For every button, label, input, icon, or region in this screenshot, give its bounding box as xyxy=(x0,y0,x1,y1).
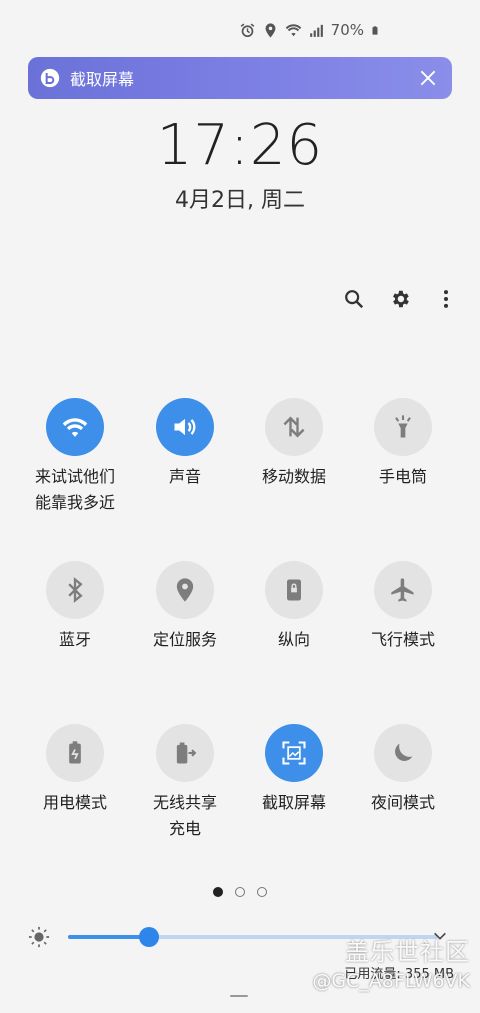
brightness-fill xyxy=(68,935,149,939)
signal-status-icon xyxy=(309,24,323,37)
battery-icon xyxy=(372,25,378,35)
location-status-icon xyxy=(265,22,276,38)
wifi-status-icon xyxy=(285,23,301,36)
screen-capture-banner[interactable]: 截取屏幕 xyxy=(28,57,452,99)
bluetooth-toggle[interactable] xyxy=(46,561,104,619)
wifi-icon xyxy=(62,418,88,437)
location-toggle[interactable] xyxy=(156,561,214,619)
tile-flashlight: 手电筒 xyxy=(348,398,458,490)
tile-screenshot: 截取屏幕 xyxy=(239,724,349,816)
tile-night-mode: 夜间模式 xyxy=(348,724,458,816)
more-options-button[interactable] xyxy=(434,285,458,313)
tile-label: 声音 xyxy=(168,467,201,486)
battery-percent: 70% xyxy=(330,21,364,39)
sound-toggle[interactable] xyxy=(156,398,214,456)
tile-wifi: 来试试他们 能靠我多近 xyxy=(20,398,130,516)
tile-label: 用电模式 xyxy=(42,793,107,812)
sun-icon xyxy=(28,926,50,948)
clock-time[interactable]: 17:26 xyxy=(0,113,480,178)
wireless-share-icon xyxy=(176,742,197,764)
gear-icon xyxy=(393,290,409,308)
tile-location: 定位服务 xyxy=(130,561,240,653)
page-dot xyxy=(235,887,245,897)
page-dot xyxy=(213,887,223,897)
portrait-lock-icon xyxy=(287,579,301,601)
mobile-data-toggle[interactable] xyxy=(265,398,323,456)
airplane-icon xyxy=(391,578,414,602)
panel-actions xyxy=(342,285,458,313)
power-mode-icon xyxy=(69,741,81,764)
mobile-data-icon xyxy=(283,416,305,438)
panel-handle[interactable] xyxy=(230,995,248,997)
tile-bluetooth: 蓝牙 xyxy=(20,561,130,653)
screenshot-icon xyxy=(282,741,306,765)
flashlight-toggle[interactable] xyxy=(374,398,432,456)
tile-label: 飞行模式 xyxy=(370,630,435,649)
bixby-icon xyxy=(40,68,60,88)
tile-label: 夜间模式 xyxy=(370,793,435,812)
banner-label: 截取屏幕 xyxy=(70,70,135,89)
tile-sound: 声音 xyxy=(130,398,240,490)
brightness-thumb[interactable] xyxy=(139,927,159,947)
tile-wireless-share: 无线共享 充电 xyxy=(130,724,240,842)
tile-mobile-data: 移动数据 xyxy=(239,398,349,490)
bluetooth-icon xyxy=(68,577,83,603)
tile-label: 蓝牙 xyxy=(58,630,91,649)
search-button[interactable] xyxy=(342,285,366,313)
search-icon xyxy=(345,290,364,309)
night-mode-icon xyxy=(395,743,413,761)
tile-label: 移动数据 xyxy=(261,467,326,486)
page-indicator[interactable] xyxy=(0,887,480,897)
airplane-toggle[interactable] xyxy=(374,561,432,619)
status-bar: 70% xyxy=(239,18,380,42)
tile-label: 定位服务 xyxy=(152,630,217,649)
portrait-toggle[interactable] xyxy=(265,561,323,619)
volume-icon xyxy=(174,418,196,436)
night-mode-toggle[interactable] xyxy=(374,724,432,782)
tile-label: 来试试他们 能靠我多近 xyxy=(34,467,115,512)
watermark-user: @GC_A8FLW6VK xyxy=(312,970,470,992)
close-icon[interactable] xyxy=(418,68,438,88)
tile-label: 无线共享 充电 xyxy=(152,793,217,838)
tile-airplane: 飞行模式 xyxy=(348,561,458,653)
more-vert-icon xyxy=(443,290,449,308)
location-icon xyxy=(176,578,194,602)
wireless-share-toggle[interactable] xyxy=(156,724,214,782)
clock-date[interactable]: 4月2日, 周二 xyxy=(0,182,480,214)
power-mode-toggle[interactable] xyxy=(46,724,104,782)
screenshot-toggle[interactable] xyxy=(265,724,323,782)
tile-power-mode: 用电模式 xyxy=(20,724,130,816)
settings-button[interactable] xyxy=(388,285,412,313)
alarm-icon xyxy=(240,23,254,37)
watermark-brand: 盖乐世社区 xyxy=(345,938,470,966)
page-dot xyxy=(257,887,267,897)
tile-label: 手电筒 xyxy=(378,467,427,486)
wifi-toggle[interactable] xyxy=(46,398,104,456)
flashlight-icon xyxy=(395,415,411,438)
tile-label: 截取屏幕 xyxy=(261,793,326,812)
tile-label: 纵向 xyxy=(277,630,310,649)
tile-portrait: 纵向 xyxy=(239,561,349,653)
